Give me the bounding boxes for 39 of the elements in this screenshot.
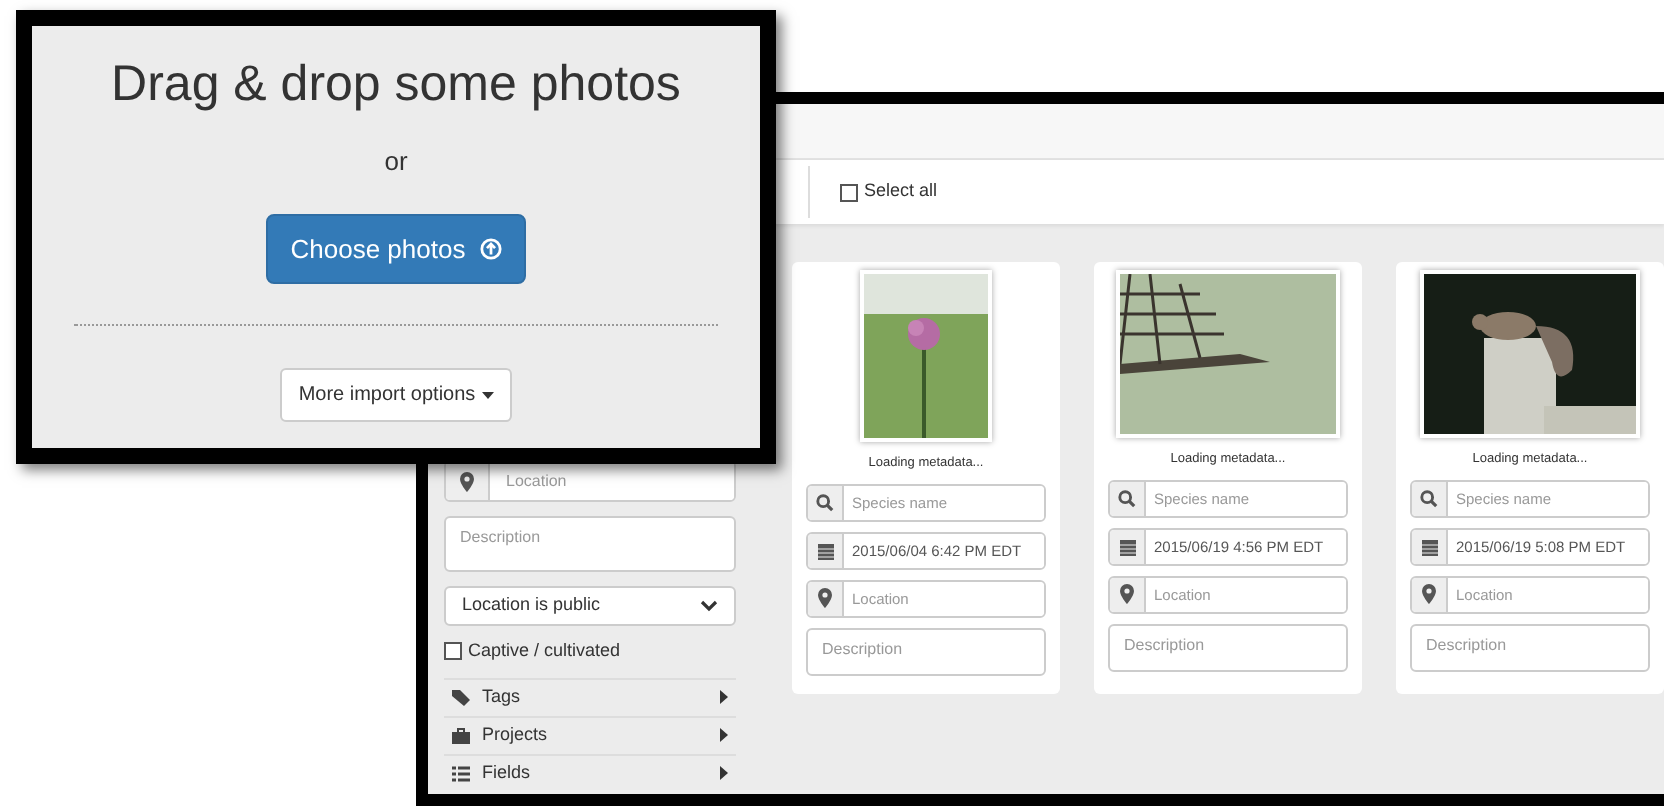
separator-text: or (384, 144, 408, 180)
caret-right-icon (720, 766, 728, 780)
flower-photo[interactable] (860, 270, 992, 442)
calendar-icon (1421, 537, 1437, 556)
checkbox[interactable] (444, 642, 462, 661)
sidebar-section[interactable]: Projects (444, 715, 736, 753)
caret-down-icon (481, 391, 494, 399)
caret-right-icon (720, 690, 728, 704)
briefcase-icon (452, 727, 470, 743)
upload-icon (479, 237, 502, 260)
captive-label: Captive / cultivated (468, 638, 621, 664)
search-icon (1118, 489, 1136, 508)
select-all-label: Select all (864, 178, 938, 205)
dialog-title: Drag & drop some photos (111, 54, 681, 114)
sidebar-section[interactable]: Fields (444, 753, 736, 791)
grate-photo[interactable] (1116, 270, 1340, 438)
calendar-icon (1119, 537, 1135, 556)
description-field[interactable]: Description (1410, 623, 1650, 672)
more-import-options-button[interactable]: More import options (280, 368, 512, 422)
description-field[interactable]: Description (806, 627, 1046, 676)
description-field[interactable]: Description (444, 516, 736, 572)
list-icon (452, 765, 470, 781)
choose-photos-button[interactable]: Choose photos (266, 213, 526, 284)
sidebar-section[interactable]: Tags (444, 677, 736, 715)
visibility-select[interactable]: Location is public (444, 586, 736, 626)
map-pin-icon (818, 588, 832, 609)
checkbox[interactable] (840, 183, 858, 201)
search-icon (1420, 489, 1438, 508)
search-icon (816, 493, 834, 512)
description-field[interactable]: Description (1108, 623, 1348, 672)
caret-right-icon (720, 728, 728, 742)
squirrel-photo[interactable] (1420, 270, 1640, 438)
map-pin-icon (1120, 584, 1134, 605)
map-pin-icon (460, 471, 474, 491)
map-pin-icon (1422, 584, 1436, 605)
location-field[interactable]: Location (444, 460, 736, 502)
tag-icon (452, 689, 470, 705)
chevron-down-icon (700, 600, 718, 612)
calendar-icon (817, 541, 833, 560)
